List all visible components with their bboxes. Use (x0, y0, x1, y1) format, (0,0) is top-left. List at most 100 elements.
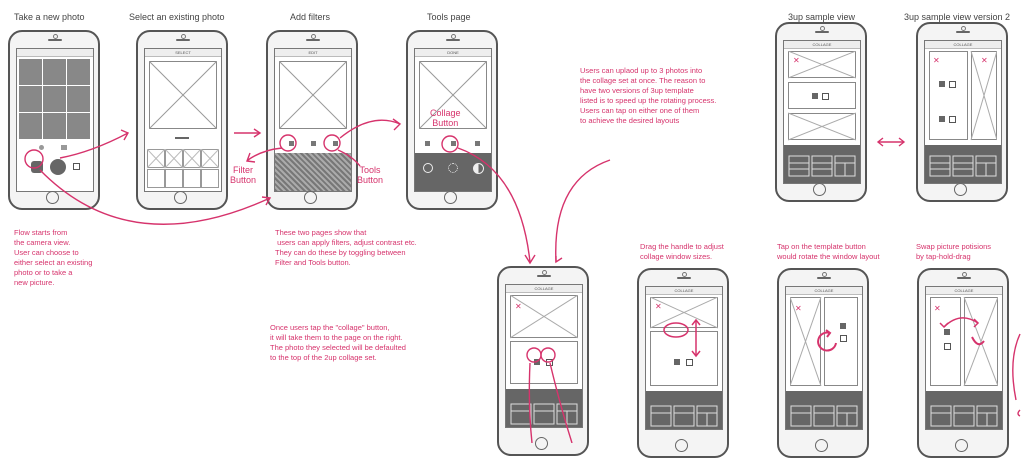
phone-3up: COLLAGE ✕ (775, 22, 867, 202)
divider-handle (175, 137, 189, 139)
speaker (446, 39, 460, 41)
title-add-filters: Add filters (290, 12, 331, 22)
contrast-tool-icon[interactable] (473, 163, 484, 174)
phone-2up-default: COLLAGE ✕ (497, 266, 589, 456)
home-button (444, 191, 457, 204)
home-button (46, 191, 59, 204)
filters-screen: EDIT (274, 48, 352, 192)
speaker (815, 31, 829, 33)
collage-header: COLLAGE (506, 285, 582, 293)
2up-screen: COLLAGE ✕ (505, 284, 583, 428)
phone-filters: EDIT (266, 30, 358, 210)
select-header: SELECT (145, 49, 221, 57)
add-photo-icon[interactable] (534, 359, 540, 365)
tools-header: DONE (415, 49, 491, 57)
note-filters-tools: These two pages show that users can appl… (275, 228, 417, 267)
collage-frames: ✕ (790, 297, 858, 387)
add-photo-icon[interactable] (674, 359, 680, 365)
collage-tab-icon[interactable] (451, 141, 456, 146)
gallery-icon[interactable] (546, 359, 553, 366)
gallery-icon[interactable] (822, 93, 829, 100)
photo-placeholder (149, 61, 217, 129)
rotate-tool-icon[interactable] (423, 163, 433, 173)
gallery-icon[interactable] (949, 81, 956, 88)
gallery-icon[interactable] (944, 343, 951, 350)
home-button (174, 191, 187, 204)
collage-header: COLLAGE (646, 287, 722, 295)
filter-tab-icon[interactable] (425, 141, 430, 146)
switch-camera-icon[interactable] (61, 145, 67, 150)
template-buttons[interactable] (790, 405, 858, 429)
status-bar (17, 49, 93, 57)
title-take-photo: Take a new photo (14, 12, 85, 22)
title-select-photo: Select an existing photo (129, 12, 225, 22)
add-photo-icon[interactable] (840, 323, 846, 329)
home-button (955, 439, 968, 452)
svg-text:✕: ✕ (981, 56, 988, 65)
select-screen: SELECT (144, 48, 222, 192)
template-buttons[interactable] (650, 405, 718, 429)
home-button (535, 437, 548, 450)
title-3up-v2: 3up sample view version 2 (904, 12, 1011, 22)
collage-header: COLLAGE (786, 287, 862, 295)
svg-text:✕: ✕ (795, 304, 802, 313)
template-buttons[interactable] (788, 155, 856, 179)
filter-options[interactable] (275, 153, 351, 191)
speaker (537, 275, 551, 277)
add-photo-icon[interactable] (944, 329, 950, 335)
add-photo-icon[interactable] (939, 116, 945, 122)
note-flow-start: Flow starts from the camera view. User c… (14, 228, 93, 287)
video-icon[interactable] (73, 163, 80, 170)
filter-tab-icon[interactable] (289, 141, 294, 146)
tools-tab-icon[interactable] (475, 141, 480, 146)
adjust-tool-icon[interactable] (448, 163, 458, 173)
home-button (815, 439, 828, 452)
gallery-icon[interactable] (686, 359, 693, 366)
camera-screen (16, 48, 94, 192)
note-upload-three: Users can uplaod up to 3 photos into the… (580, 66, 717, 125)
phone-3up-v2: COLLAGE ✕ ✕ (916, 22, 1008, 202)
flash-icon[interactable] (39, 145, 44, 150)
collage-frames: ✕ (930, 297, 998, 387)
speaker (956, 31, 970, 33)
phone-camera (8, 30, 100, 210)
home-button (813, 183, 826, 196)
note-drag-handle: Drag the handle to adjust collage window… (640, 242, 724, 261)
note-tap-template: Tap on the template button would rotate … (777, 242, 880, 261)
collage-frames: ✕ (510, 295, 578, 384)
swap-screen: COLLAGE ✕ (925, 286, 1003, 430)
template-buttons[interactable] (929, 155, 997, 179)
gallery-icon[interactable] (949, 116, 956, 123)
home-button (304, 191, 317, 204)
collage-button-tag: Collage Button (430, 108, 461, 128)
speaker (48, 39, 62, 41)
speaker (677, 277, 691, 279)
collage-tab-icon[interactable] (311, 141, 316, 146)
gallery-button[interactable] (31, 161, 43, 173)
photo-placeholder (279, 61, 347, 129)
template-buttons[interactable] (510, 403, 578, 427)
edit-header: EDIT (275, 49, 351, 57)
rotate-screen: COLLAGE ✕ (785, 286, 863, 430)
template-buttons[interactable] (930, 405, 998, 429)
svg-text:✕: ✕ (793, 56, 800, 65)
speaker (306, 39, 320, 41)
resize-screen: COLLAGE ✕ (645, 286, 723, 430)
note-collage-default: Once users tap the "collage" button, it … (270, 323, 406, 362)
add-photo-icon[interactable] (812, 93, 818, 99)
title-tools-page: Tools page (427, 12, 471, 22)
phone-2up-resize: COLLAGE ✕ (637, 268, 729, 458)
shutter-button[interactable] (50, 159, 66, 175)
add-photo-icon[interactable] (939, 81, 945, 87)
edge-arrow (1012, 333, 1021, 401)
3up-v2-screen: COLLAGE ✕ ✕ (924, 40, 1002, 184)
speaker (176, 39, 190, 41)
filter-button-tag: Filter Button (230, 165, 257, 185)
tools-tab-icon[interactable] (333, 141, 338, 146)
gallery-icon[interactable] (840, 335, 847, 342)
collage-header: COLLAGE (925, 41, 1001, 49)
svg-text:✕: ✕ (655, 302, 662, 311)
phone-2up-rotate: COLLAGE ✕ (777, 268, 869, 458)
speaker (817, 277, 831, 279)
svg-text:✕: ✕ (933, 56, 940, 65)
